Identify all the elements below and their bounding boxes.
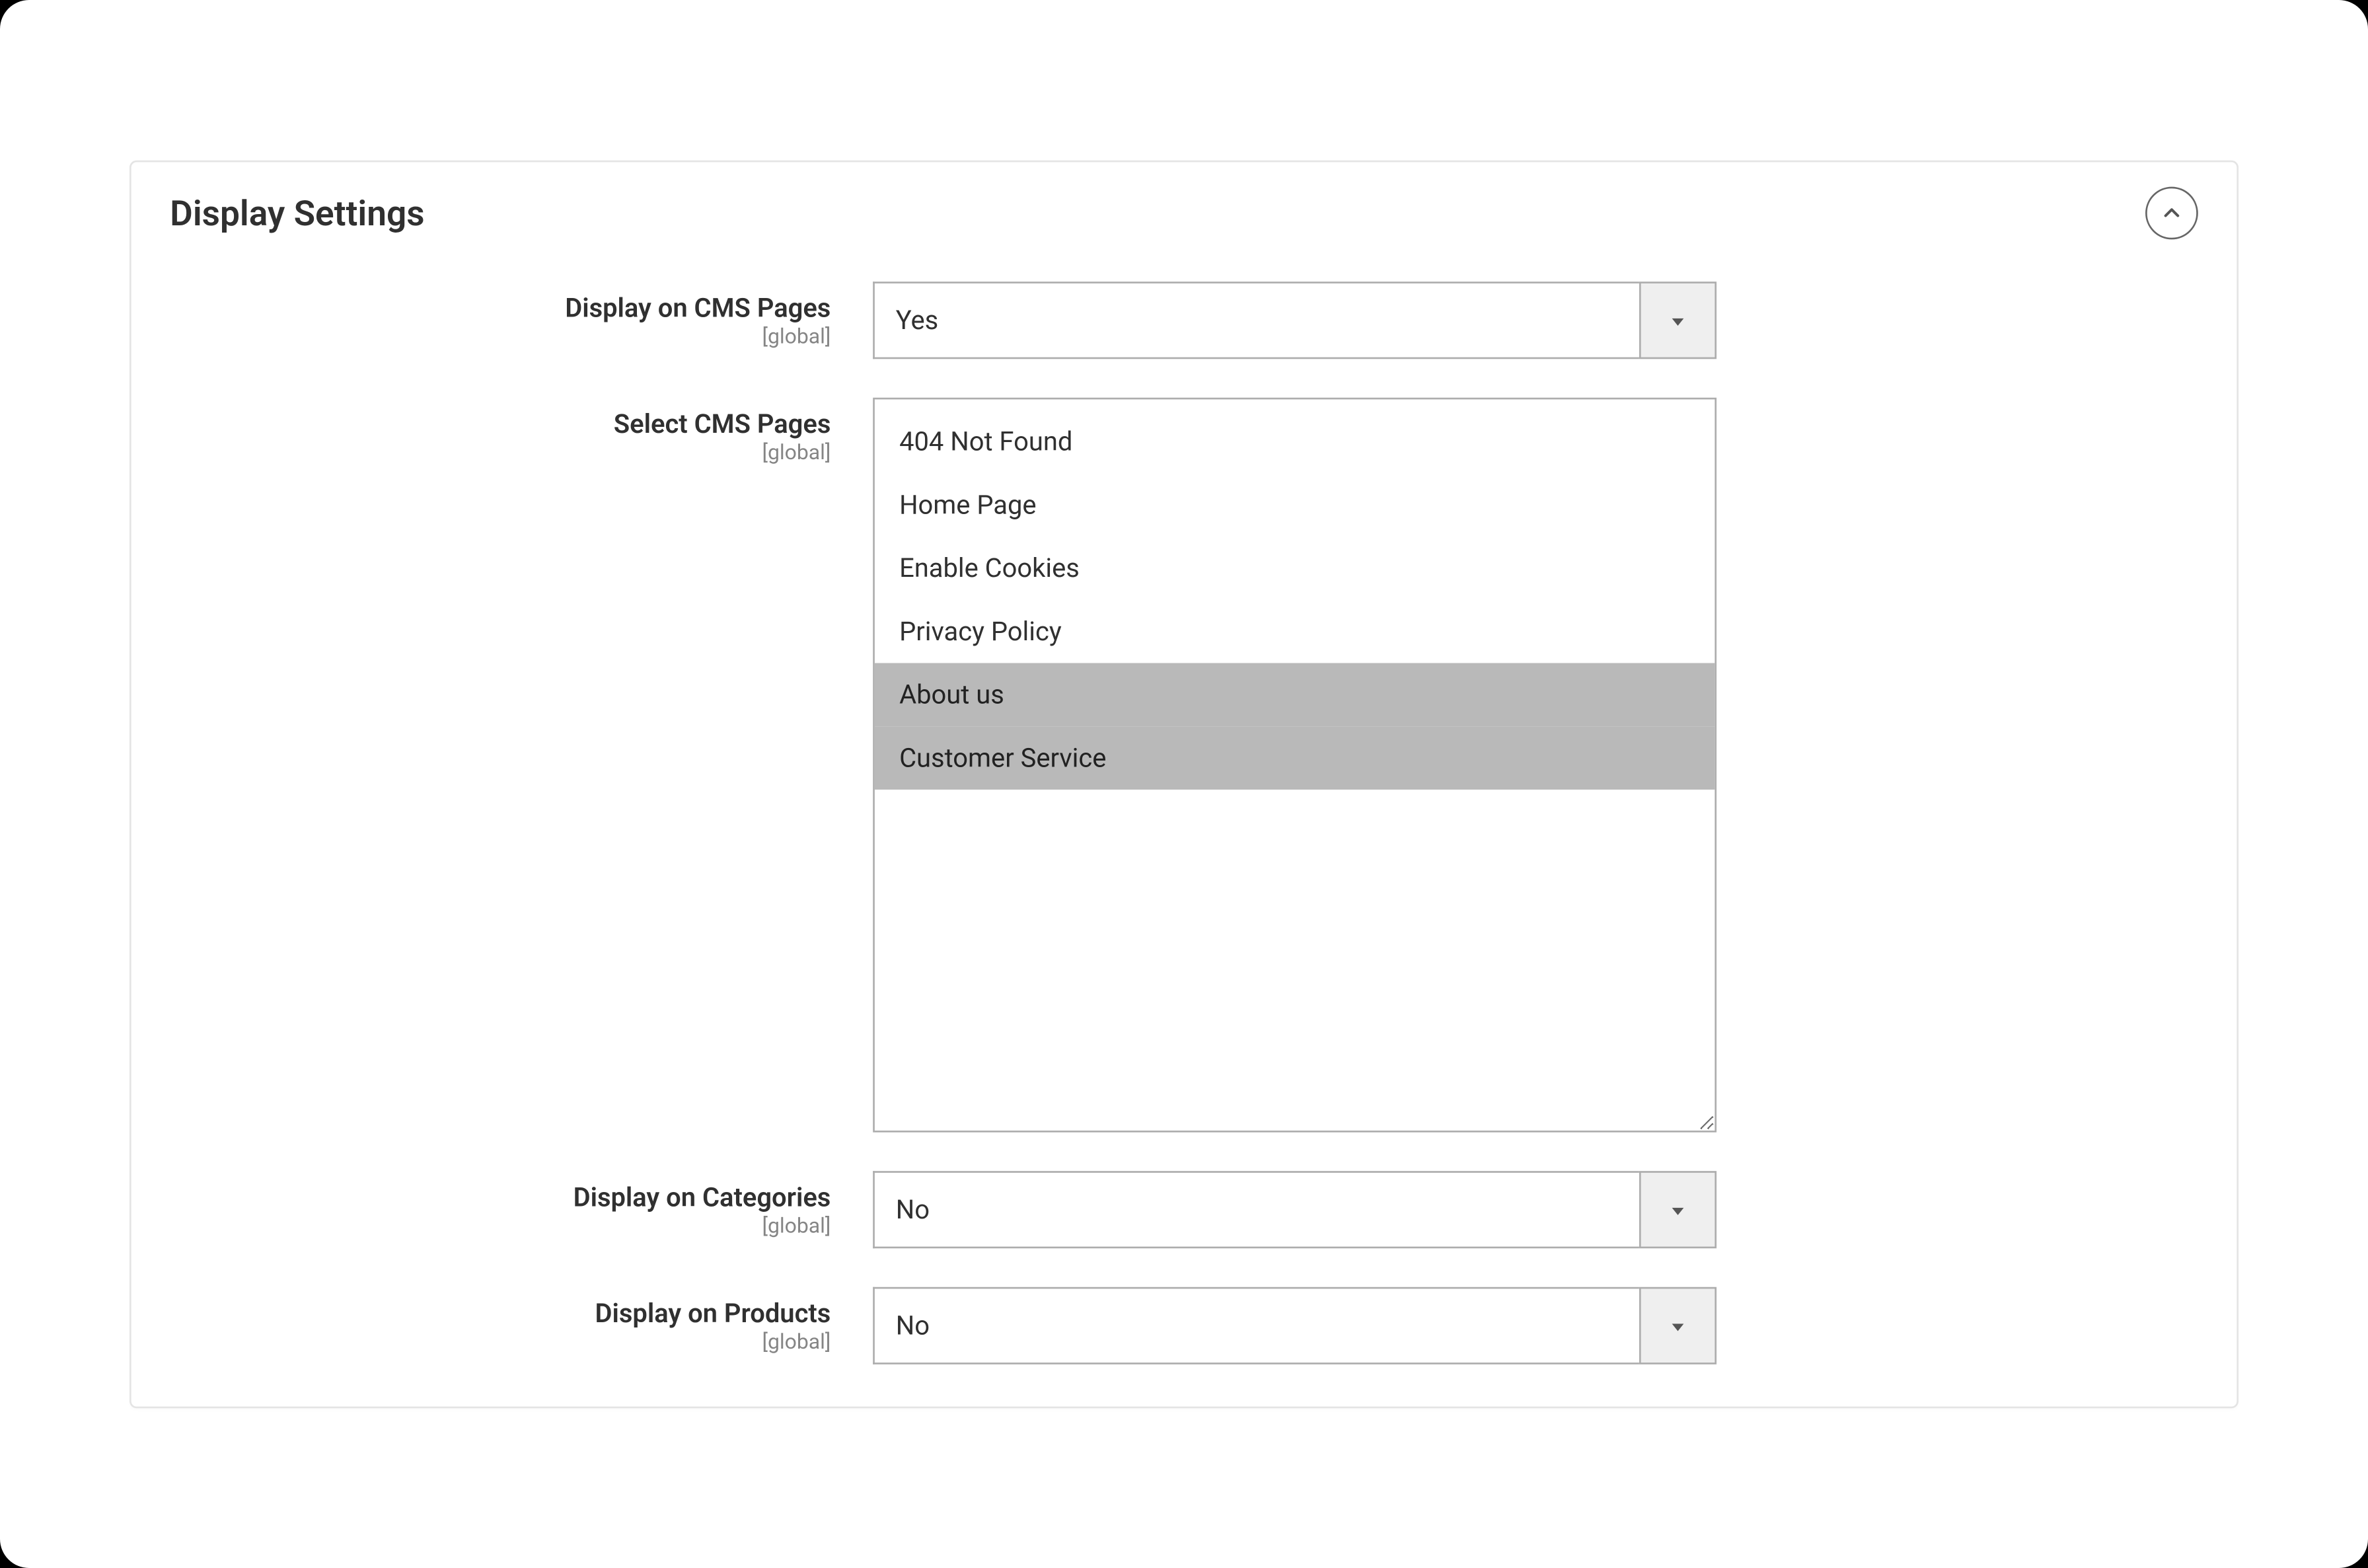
select-value: Yes [873,281,1639,359]
label-col: Display on CMS Pages [global] [170,281,873,348]
control-col: No [873,1287,1717,1364]
label-col: Display on Products [global] [170,1287,873,1353]
multiselect-option[interactable]: Enable Cookies [875,536,1715,599]
select-display-categories[interactable]: No [873,1171,1717,1248]
control-col: Yes [873,281,1717,359]
caret-down-icon [1669,1309,1687,1343]
inner-scale-wrap: Display Settings Display on CMS Pages [g… [130,160,2238,1408]
label-select-cms: Select CMS Pages [170,408,831,439]
multiselect-option[interactable]: 404 Not Found [875,410,1715,473]
caret-down-icon [1669,303,1687,337]
collapse-button[interactable] [2145,186,2198,239]
select-display-products[interactable]: No [873,1287,1717,1364]
select-caret-button[interactable] [1639,281,1717,359]
select-value: No [873,1171,1639,1248]
multiselect-option[interactable]: Privacy Policy [875,599,1715,663]
label-col: Select CMS Pages [global] [170,397,873,464]
row-display-products: Display on Products [global] No [170,1287,2198,1364]
label-col: Display on Categories [global] [170,1171,873,1238]
panel-header: Display Settings [131,162,2237,250]
chevron-up-icon [2161,196,2182,230]
control-col: No [873,1171,1717,1248]
label-display-products: Display on Products [170,1297,831,1329]
select-display-cms[interactable]: Yes [873,281,1717,359]
label-display-cms: Display on CMS Pages [170,292,831,324]
select-caret-button[interactable] [1639,1287,1717,1364]
select-caret-button[interactable] [1639,1171,1717,1248]
scope-label: [global] [170,324,831,348]
label-display-categories: Display on Categories [170,1181,831,1213]
scope-label: [global] [170,439,831,464]
scope-label: [global] [170,1213,831,1238]
control-col: 404 Not FoundHome PageEnable CookiesPriv… [873,397,1717,1132]
multiselect-option[interactable]: Home Page [875,473,1715,537]
select-value: No [873,1287,1639,1364]
panel-title: Display Settings [170,192,424,234]
row-select-cms: Select CMS Pages [global] 404 Not FoundH… [170,397,2198,1132]
display-settings-panel: Display Settings Display on CMS Pages [g… [130,160,2238,1408]
row-display-categories: Display on Categories [global] No [170,1171,2198,1248]
row-display-cms: Display on CMS Pages [global] Yes [170,281,2198,359]
multiselect-cms-pages[interactable]: 404 Not FoundHome PageEnable CookiesPriv… [873,397,1717,1132]
panel-body: Display on CMS Pages [global] Yes [131,250,2237,1406]
multiselect-option[interactable]: About us [875,663,1715,726]
caret-down-icon [1669,1193,1687,1226]
scope-label: [global] [170,1329,831,1353]
stage: Display Settings Display on CMS Pages [g… [0,0,2368,1568]
multiselect-option[interactable]: Customer Service [875,726,1715,790]
